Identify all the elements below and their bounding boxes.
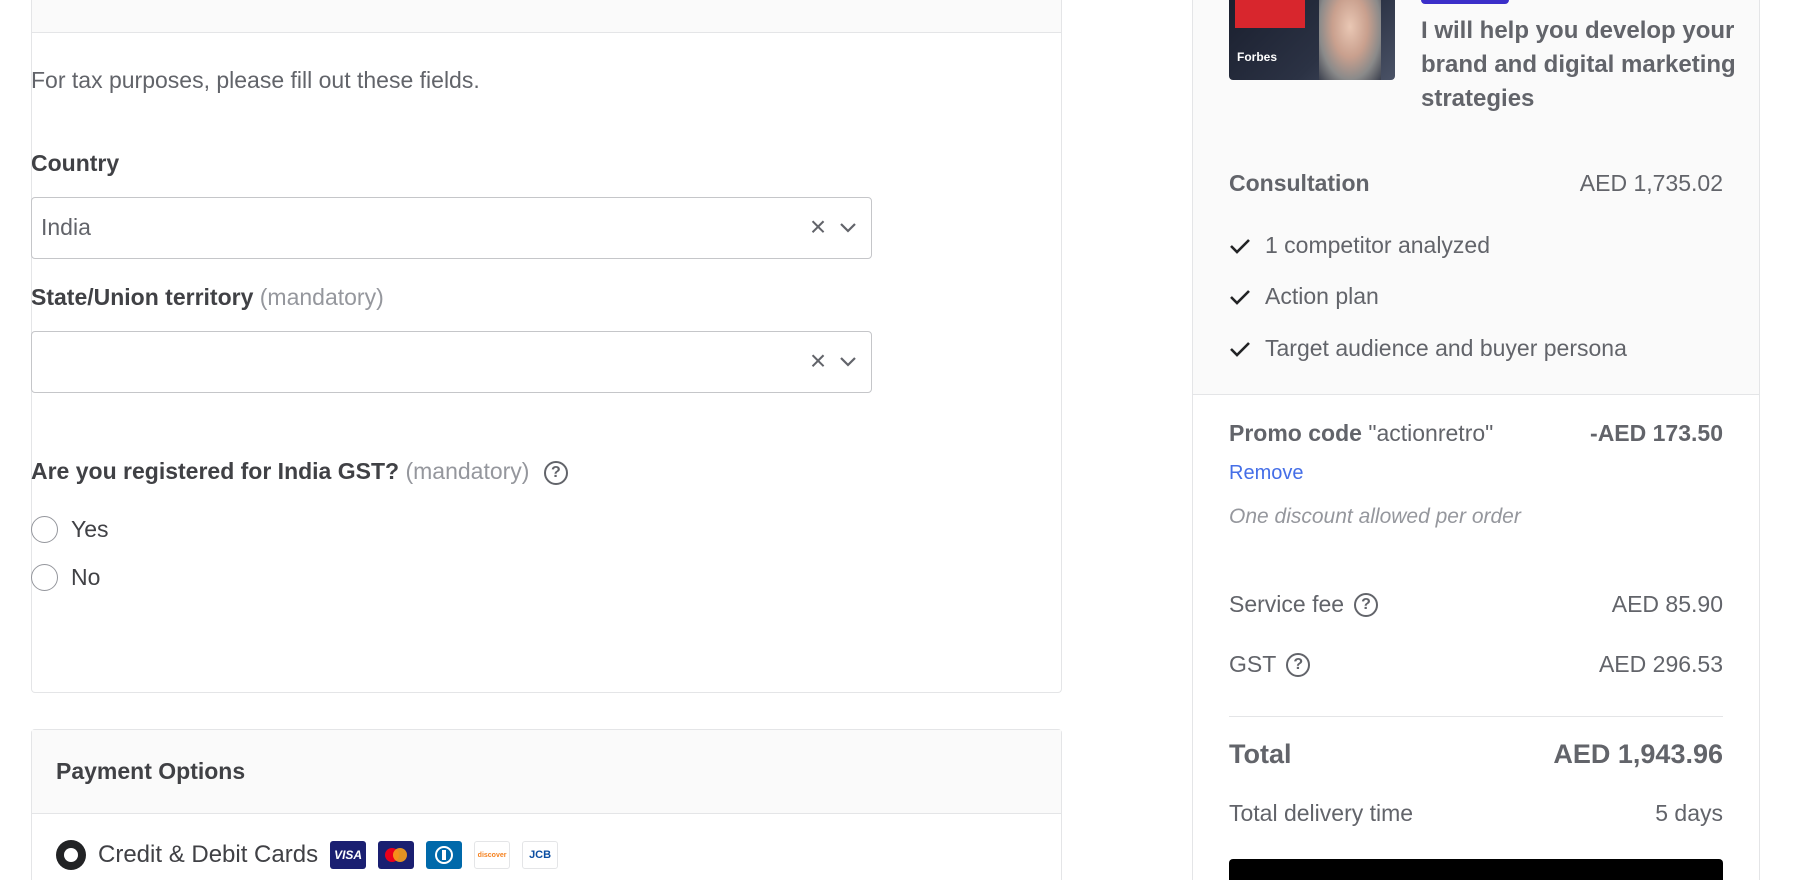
- gst-mandatory: (mandatory): [405, 458, 530, 484]
- forbes-logo-icon: Forbes: [1237, 50, 1278, 64]
- mastercard-icon: [378, 841, 415, 869]
- remove-promo-link[interactable]: Remove: [1229, 462, 1303, 485]
- order-summary: Forbes I will help you develop your bran…: [1192, 0, 1760, 880]
- gst-question: Are you registered for India GST? (manda…: [31, 458, 568, 485]
- tax-note: For tax purposes, please fill out these …: [31, 67, 480, 93]
- promo-amount: -AED 173.50: [1590, 420, 1723, 446]
- promo-label: Promo code "actionretro": [1229, 420, 1493, 447]
- discover-icon: discover: [474, 841, 511, 869]
- payment-options-header: Payment Options: [32, 730, 1061, 814]
- state-select[interactable]: ×: [31, 331, 872, 393]
- jcb-icon: JCB: [522, 841, 559, 869]
- radio-no-label: No: [71, 564, 101, 590]
- service-fee-label: Service fee ?: [1229, 591, 1379, 618]
- feature-item: Action plan: [1229, 283, 1379, 310]
- payment-method-cards[interactable]: Credit & Debit Cards VISA discover JCB: [56, 840, 559, 870]
- service-fee-row: Service fee ? AED 85.90: [1229, 591, 1723, 618]
- help-icon[interactable]: ?: [1354, 592, 1379, 617]
- delivery-label: Total delivery time: [1229, 800, 1414, 826]
- clear-icon[interactable]: ×: [807, 213, 829, 241]
- total-label: Total: [1229, 739, 1292, 769]
- chevron-down-icon[interactable]: [837, 349, 859, 373]
- package-name: Consultation: [1229, 170, 1370, 196]
- check-icon: [1230, 341, 1250, 357]
- radio-yes-label: Yes: [71, 516, 109, 542]
- feature-item: Target audience and buyer persona: [1229, 335, 1627, 362]
- payment-options-title: Payment Options: [56, 758, 246, 784]
- feature-label: 1 competitor analyzed: [1265, 232, 1491, 258]
- total-row: Total AED 1,943.96: [1229, 739, 1723, 770]
- promo-row: Promo code "actionretro" -AED 173.50: [1229, 420, 1723, 447]
- country-label: Country: [31, 150, 120, 176]
- discount-note: One discount allowed per order: [1229, 505, 1521, 528]
- country-select[interactable]: India ×: [31, 197, 872, 259]
- visa-icon: VISA: [330, 841, 367, 869]
- package-row: Consultation AED 1,735.02: [1229, 170, 1723, 197]
- radio-cards-selected[interactable]: [56, 840, 86, 870]
- check-icon: [1230, 289, 1250, 305]
- help-icon[interactable]: ?: [543, 460, 568, 485]
- clear-icon[interactable]: ×: [807, 347, 829, 375]
- state-label: State/Union territory (mandatory): [31, 284, 384, 311]
- delivery-value: 5 days: [1655, 800, 1723, 826]
- state-mandatory: (mandatory): [259, 284, 384, 310]
- gst-option-no[interactable]: No: [31, 564, 100, 591]
- service-fee-label-text: Service fee: [1229, 591, 1345, 617]
- state-label-text: State/Union territory: [31, 284, 254, 310]
- gst-label: GST ?: [1229, 651, 1311, 678]
- service-fee-value: AED 85.90: [1611, 591, 1723, 617]
- help-icon[interactable]: ?: [1286, 652, 1311, 677]
- gig-badge: [1421, 0, 1509, 4]
- gst-value: AED 296.53: [1598, 651, 1723, 677]
- gst-row: GST ? AED 296.53: [1229, 651, 1723, 678]
- check-icon: [1230, 238, 1250, 254]
- payment-method-label: Credit & Debit Cards: [98, 841, 319, 868]
- radio-yes[interactable]: [31, 516, 58, 543]
- radio-no[interactable]: [31, 564, 58, 591]
- feature-item: 1 competitor analyzed: [1229, 232, 1490, 259]
- package-price: AED 1,735.02: [1579, 170, 1723, 196]
- diners-club-icon: [426, 841, 463, 869]
- continue-button[interactable]: [1229, 859, 1723, 880]
- feature-label: Action plan: [1265, 283, 1379, 309]
- total-divider: [1229, 716, 1723, 717]
- gst-option-yes[interactable]: Yes: [31, 516, 109, 543]
- gig-thumbnail[interactable]: Forbes: [1229, 0, 1395, 80]
- promo-label-text: Promo code: [1229, 420, 1362, 446]
- promo-code: "actionretro": [1368, 420, 1494, 446]
- chevron-down-icon[interactable]: [837, 215, 859, 239]
- gig-title[interactable]: I will help you develop your brand and d…: [1421, 14, 1741, 116]
- feature-label: Target audience and buyer persona: [1265, 335, 1627, 361]
- delivery-row: Total delivery time 5 days: [1229, 800, 1723, 827]
- gst-label-text: GST: [1229, 651, 1277, 677]
- payment-options-card: Payment Options Credit & Debit Cards VIS…: [31, 729, 1062, 880]
- total-value: AED 1,943.96: [1553, 739, 1723, 769]
- billing-card-header: [32, 0, 1061, 33]
- country-select-value: India: [41, 214, 91, 240]
- gst-question-text: Are you registered for India GST?: [31, 458, 400, 484]
